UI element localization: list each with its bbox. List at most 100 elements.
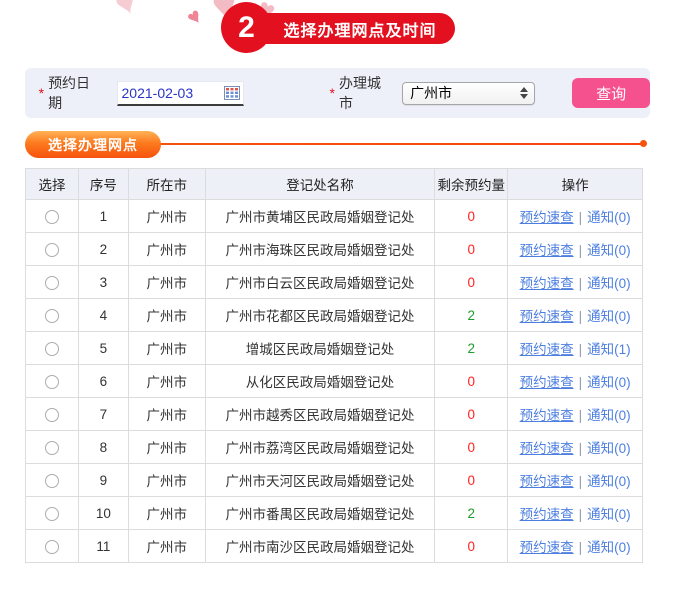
row-city: 广州市 [127,265,206,299]
quick-check-link[interactable]: 预约速查 [520,309,574,324]
notice-link[interactable]: 通知(0) [587,210,631,225]
branch-radio[interactable] [44,209,59,224]
row-actions: 预约速查 | 通知(0) [507,430,643,464]
branch-radio[interactable] [44,308,59,323]
notice-link[interactable]: 通知(0) [587,408,631,423]
quick-check-link[interactable]: 预约速查 [520,342,574,357]
row-no: 2 [77,232,129,266]
notice-link[interactable]: 通知(0) [587,375,631,390]
quick-check-link[interactable]: 预约速查 [520,210,574,225]
branch-table: 选择 序号 所在市 登记处名称 剩余预约量 操作 1 广州市 广州市黄埔区民政局… [25,168,643,563]
col-header-office: 登记处名称 [204,168,436,200]
row-city: 广州市 [127,529,206,563]
quick-check-link[interactable]: 预约速查 [520,408,574,423]
row-no: 4 [77,298,129,332]
quick-check-link[interactable]: 预约速查 [520,375,574,390]
date-label: 预约日期 [48,75,91,111]
row-actions: 预约速查 | 通知(0) [507,463,643,497]
quick-check-link[interactable]: 预约速查 [520,507,574,522]
row-city: 广州市 [127,199,206,233]
city-selected-value: 广州市 [410,85,453,101]
branch-radio[interactable] [44,242,59,257]
section-divider-line [159,143,643,145]
table-row: 9 广州市 广州市天河区民政局婚姻登记处 0 预约速查 | 通知(0) [25,463,643,497]
row-office-name: 广州市荔湾区民政局婚姻登记处 [204,430,436,464]
link-separator: | [578,474,583,489]
row-remaining: 0 [434,265,509,299]
row-actions: 预约速查 | 通知(0) [507,199,643,233]
table-row: 7 广州市 广州市越秀区民政局婚姻登记处 0 预约速查 | 通知(0) [25,397,643,431]
calendar-icon[interactable] [223,85,240,100]
quick-check-link[interactable]: 预约速查 [520,474,574,489]
branch-radio[interactable] [44,506,59,521]
table-header-row: 选择 序号 所在市 登记处名称 剩余预约量 操作 [25,168,643,200]
city-select[interactable]: 广州市 [402,81,536,105]
branch-radio[interactable] [44,341,59,356]
link-separator: | [578,441,583,456]
notice-link[interactable]: 通知(0) [587,243,631,258]
col-header-no: 序号 [77,168,129,200]
quick-check-link[interactable]: 预约速查 [520,243,574,258]
row-city: 广州市 [127,232,206,266]
link-separator: | [578,507,583,522]
row-office-name: 广州市天河区民政局婚姻登记处 [204,463,436,497]
notice-link[interactable]: 通知(0) [587,441,631,456]
table-row: 8 广州市 广州市荔湾区民政局婚姻登记处 0 预约速查 | 通知(0) [25,430,643,464]
row-city: 广州市 [127,298,206,332]
city-label: 办理城市 [338,75,381,111]
row-remaining: 0 [434,529,509,563]
quick-check-link[interactable]: 预约速查 [520,276,574,291]
row-no: 11 [77,529,129,563]
row-city: 广州市 [127,397,206,431]
notice-link[interactable]: 通知(0) [587,540,631,555]
date-input[interactable]: 2021-02-03 [116,80,244,106]
step-title: 选择办理网点及时间 [283,22,437,40]
notice-link[interactable]: 通知(0) [587,507,631,522]
notice-link[interactable]: 通知(1) [587,342,631,357]
branch-radio[interactable] [44,407,59,422]
row-no: 9 [77,463,129,497]
row-no: 7 [77,397,129,431]
query-button[interactable]: 查询 [572,78,650,108]
row-office-name: 从化区民政局婚姻登记处 [204,364,436,398]
branch-radio[interactable] [44,374,59,389]
row-no: 3 [77,265,129,299]
section-title-pill: 选择办理网点 [25,131,161,158]
row-office-name: 广州市白云区民政局婚姻登记处 [204,265,436,299]
row-remaining: 0 [434,199,509,233]
link-separator: | [578,408,583,423]
table-row: 11 广州市 广州市南沙区民政局婚姻登记处 0 预约速查 | 通知(0) [25,529,643,563]
row-actions: 预约速查 | 通知(0) [507,265,643,299]
quick-check-link[interactable]: 预约速查 [520,540,574,555]
notice-link[interactable]: 通知(0) [587,309,631,324]
filter-bar: * 预约日期 2021-02-03 * 办理城市 广州市 查询 [25,68,650,118]
row-remaining: 0 [434,364,509,398]
branch-radio[interactable] [44,440,59,455]
table-row: 10 广州市 广州市番禺区民政局婚姻登记处 2 预约速查 | 通知(0) [25,496,643,530]
link-separator: | [578,243,583,258]
date-value[interactable]: 2021-02-03 [118,85,224,101]
notice-link[interactable]: 通知(0) [587,276,631,291]
branch-radio[interactable] [44,539,59,554]
row-office-name: 广州市黄埔区民政局婚姻登记处 [204,199,436,233]
row-remaining: 2 [434,298,509,332]
row-remaining: 0 [434,232,509,266]
row-no: 10 [77,496,129,530]
row-office-name: 广州市南沙区民政局婚姻登记处 [204,529,436,563]
link-separator: | [578,276,583,291]
link-separator: | [578,540,583,555]
notice-link[interactable]: 通知(0) [587,474,631,489]
row-no: 1 [77,199,129,233]
table-row: 2 广州市 广州市海珠区民政局婚姻登记处 0 预约速查 | 通知(0) [25,232,643,266]
row-city: 广州市 [127,496,206,530]
branch-radio[interactable] [44,275,59,290]
link-separator: | [578,375,583,390]
section-header: 选择办理网点 [25,131,650,159]
col-header-remaining: 剩余预约量 [434,168,509,200]
section-title: 选择办理网点 [48,136,138,153]
link-separator: | [578,342,583,357]
quick-check-link[interactable]: 预约速查 [520,441,574,456]
branch-radio[interactable] [44,473,59,488]
section-divider-dot [640,140,647,147]
row-city: 广州市 [127,364,206,398]
